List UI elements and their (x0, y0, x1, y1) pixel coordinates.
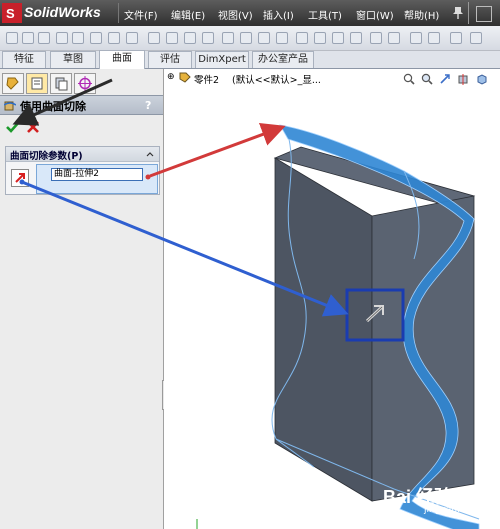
fillet-icon[interactable] (222, 32, 234, 44)
previous-view-icon[interactable] (439, 73, 451, 85)
graphics-area[interactable]: ⊕ 零件2 (默认<<默认>_显... Bai 经验 jingyan.baidu… (164, 69, 500, 529)
standard-toolbar (0, 26, 500, 51)
collapse-chevron-icon[interactable] (146, 150, 154, 158)
line-icon[interactable] (388, 32, 400, 44)
section-view-icon[interactable] (457, 73, 469, 85)
watermark-url: jingyan.baidu.com (424, 505, 500, 515)
smart-dimension-icon[interactable] (410, 32, 422, 44)
menu-window[interactable]: 窗口(W) (356, 7, 394, 22)
dimxpert-manager-tab[interactable] (74, 73, 96, 94)
part-icon (179, 72, 191, 83)
relations-icon[interactable] (428, 32, 440, 44)
options-icon[interactable] (126, 32, 138, 44)
zoom-to-fit-icon[interactable] (403, 73, 415, 85)
surface-cut-parameters-group: 曲面切除参数(P) 曲面-拉伸2 (5, 146, 160, 195)
window-icon[interactable] (476, 6, 492, 22)
tab-features[interactable]: 特征 (2, 51, 46, 68)
property-manager-panel: 使用曲面切除 ? 曲面切除参数(P) 曲面-拉伸2 (0, 69, 170, 529)
property-manager-title: 使用曲面切除 (20, 100, 86, 113)
menu-edit[interactable]: 编辑(E) (171, 7, 205, 22)
menu-file[interactable]: 文件(F) (124, 7, 158, 22)
sweep-icon[interactable] (184, 32, 196, 44)
expand-tree-icon[interactable]: ⊕ (167, 72, 175, 82)
pin-icon[interactable] (452, 6, 464, 20)
tab-sketch[interactable]: 草图 (50, 51, 96, 68)
shell-icon[interactable] (258, 32, 270, 44)
draft-icon[interactable] (296, 32, 308, 44)
surface-cut-icon (4, 101, 16, 111)
property-icon (31, 77, 43, 90)
property-manager-tab[interactable] (26, 73, 48, 94)
ok-checkmark-icon[interactable] (6, 120, 20, 134)
mirror-icon[interactable] (350, 32, 362, 44)
menu-tools[interactable]: 工具(T) (308, 7, 342, 22)
cancel-x-icon[interactable] (26, 120, 40, 134)
tab-surfaces[interactable]: 曲面 (99, 50, 145, 69)
zoom-to-area-icon[interactable] (421, 73, 433, 85)
undo-icon[interactable] (72, 32, 84, 44)
model-scene (196, 124, 480, 529)
chamfer-icon[interactable] (240, 32, 252, 44)
divider (468, 2, 469, 24)
open-icon[interactable] (22, 32, 34, 44)
tab-evaluate[interactable]: 评估 (148, 51, 192, 68)
configuration-icon (55, 77, 68, 91)
app-name: SolidWorks (24, 4, 101, 20)
revolve-icon[interactable] (166, 32, 178, 44)
redo-icon[interactable] (90, 32, 102, 44)
reverse-direction-button[interactable] (11, 169, 29, 187)
print-icon[interactable] (56, 32, 68, 44)
reverse-direction-icon (15, 173, 25, 183)
tab-dimxpert[interactable]: DimXpert (195, 51, 249, 68)
new-icon[interactable] (6, 32, 18, 44)
extrude-icon[interactable] (148, 32, 160, 44)
title-bar: S SolidWorks 文件(F) 编辑(E) 视图(V) 插入(I) 工具(… (0, 0, 500, 26)
configuration-manager-tab[interactable] (50, 73, 72, 94)
tab-office-products[interactable]: 办公室产品 (252, 51, 314, 68)
view-orientation-icon[interactable] (476, 73, 488, 85)
divider (118, 3, 119, 23)
rib-icon[interactable] (276, 32, 288, 44)
surface-selection-box[interactable]: 曲面-拉伸2 (36, 164, 158, 194)
svg-text:S: S (6, 6, 15, 21)
loft-icon[interactable] (202, 32, 214, 44)
pattern-icon[interactable] (332, 32, 344, 44)
selected-surface-item[interactable]: 曲面-拉伸2 (51, 168, 143, 181)
dimxpert-icon (78, 76, 92, 91)
save-icon[interactable] (38, 32, 50, 44)
display-style-icon[interactable] (470, 32, 482, 44)
sketch-icon[interactable] (370, 32, 382, 44)
help-button[interactable]: ? (145, 99, 151, 112)
feature-manager-tab[interactable] (2, 73, 24, 94)
part-name[interactable]: 零件2 (194, 72, 219, 86)
view-orientation-icon[interactable] (450, 32, 462, 44)
property-manager-header: 使用曲面切除 ? (0, 95, 163, 115)
feature-tree-icon (6, 77, 19, 90)
menu-insert[interactable]: 插入(I) (263, 7, 294, 22)
rebuild-icon[interactable] (108, 32, 120, 44)
hole-icon[interactable] (314, 32, 326, 44)
menu-help[interactable]: 帮助(H) (404, 7, 439, 22)
group-header[interactable]: 曲面切除参数(P) (6, 147, 159, 162)
command-manager-tabs: 特征 草图 曲面 评估 DimXpert 办公室产品 (0, 50, 500, 69)
menu-view[interactable]: 视图(V) (218, 7, 253, 22)
part-configuration: (默认<<默认>_显... (232, 75, 321, 86)
solidworks-logo-icon: S (2, 3, 22, 23)
group-title: 曲面切除参数(P) (10, 151, 83, 162)
